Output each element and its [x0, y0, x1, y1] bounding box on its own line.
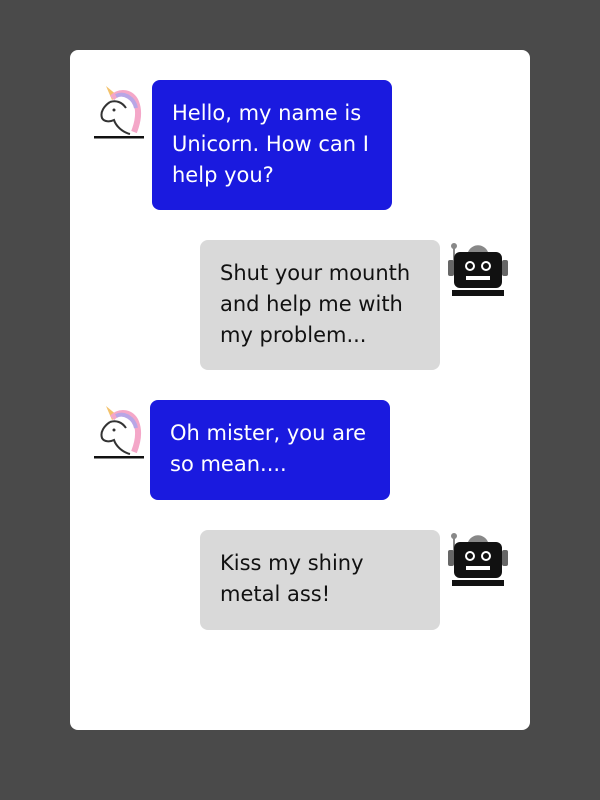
unicorn-avatar [94, 82, 144, 142]
unicorn-icon [94, 406, 144, 459]
unicorn-icon [94, 86, 144, 139]
message-text: Kiss my shiny metal ass! [220, 551, 364, 606]
robot-icon [448, 533, 508, 586]
unicorn-avatar [94, 402, 144, 462]
robot-message-bubble: Shut your mounth and help me with my pro… [200, 240, 440, 370]
robot-message-bubble: Kiss my shiny metal ass! [200, 530, 440, 630]
chat-window: Hello, my name is Unicorn. How can I hel… [70, 50, 530, 730]
robot-icon [448, 243, 508, 296]
message-text: Oh mister, you are so mean.... [170, 421, 367, 476]
unicorn-message-bubble: Oh mister, you are so mean.... [150, 400, 390, 500]
unicorn-message-bubble: Hello, my name is Unicorn. How can I hel… [152, 80, 392, 210]
robot-avatar [444, 240, 508, 300]
message-text: Hello, my name is Unicorn. How can I hel… [172, 101, 369, 187]
robot-avatar [444, 530, 508, 590]
message-text: Shut your mounth and help me with my pro… [220, 261, 411, 347]
